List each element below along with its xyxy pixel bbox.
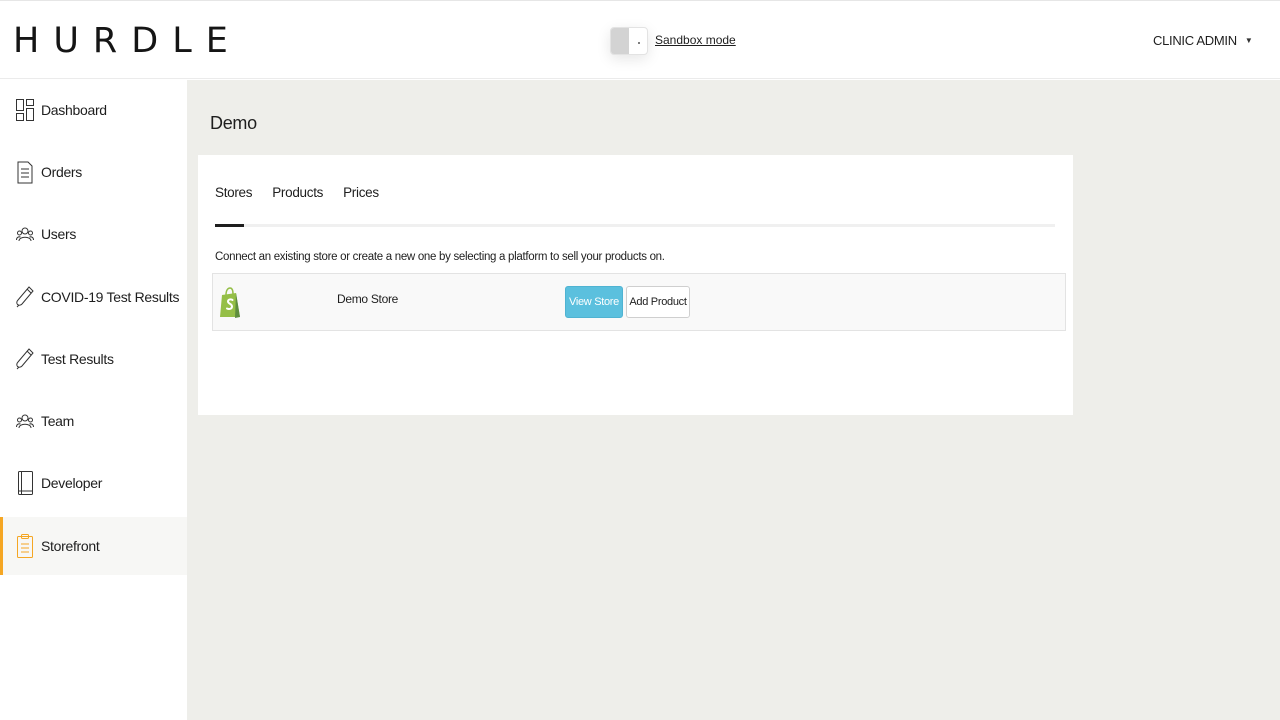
- sandbox-mode-control: Sandbox mode: [610, 27, 736, 55]
- sidebar-item-covid-test-results[interactable]: COVID-19 Test Results: [0, 268, 187, 326]
- sandbox-toggle[interactable]: [610, 27, 648, 55]
- sidebar-item-developer[interactable]: Developer: [0, 454, 187, 512]
- sandbox-mode-link[interactable]: Sandbox mode: [655, 33, 736, 47]
- sidebar-item-label: Developer: [41, 475, 103, 491]
- sidebar-item-label: Storefront: [41, 538, 100, 554]
- toggle-dot: [638, 42, 640, 44]
- tab-products[interactable]: Products: [272, 185, 323, 200]
- users-icon: [15, 222, 35, 246]
- sidebar-item-label: Team: [41, 413, 75, 429]
- top-header: HURDLE Sandbox mode CLINIC ADMIN ▼: [0, 0, 1280, 79]
- tab-stores[interactable]: Stores: [215, 185, 253, 200]
- orders-icon: [15, 160, 35, 184]
- sidebar-item-test-results[interactable]: Test Results: [0, 330, 187, 388]
- tab-track: [215, 224, 1055, 227]
- team-icon: [15, 409, 35, 433]
- sidebar-item-team[interactable]: Team: [0, 392, 187, 450]
- sidebar-item-label: Dashboard: [41, 102, 107, 118]
- caret-down-icon: ▼: [1244, 36, 1253, 45]
- sidebar-item-label: Users: [41, 226, 77, 242]
- helper-text: Connect an existing store or create a ne…: [215, 251, 665, 263]
- sidebar-item-dashboard[interactable]: Dashboard: [0, 81, 187, 139]
- tab-bar: Stores Products Prices: [215, 185, 399, 200]
- sidebar: Dashboard Orders Users COVID-19 Test Res…: [0, 80, 187, 720]
- tab-prices[interactable]: Prices: [343, 185, 379, 200]
- active-tab-indicator: [215, 224, 244, 227]
- store-name: Demo Store: [337, 292, 399, 306]
- developer-icon: [15, 471, 35, 495]
- hurdle-logo[interactable]: HURDLE: [13, 21, 242, 61]
- sidebar-item-users[interactable]: Users: [0, 205, 187, 263]
- sidebar-item-orders[interactable]: Orders: [0, 143, 187, 201]
- sidebar-item-label: Orders: [41, 164, 82, 180]
- store-row: Demo Store View Store Add Product: [212, 273, 1066, 331]
- storefront-card: Stores Products Prices Connect an existi…: [198, 155, 1073, 415]
- dashboard-icon: [15, 98, 35, 122]
- sidebar-item-label: COVID-19 Test Results: [41, 289, 180, 305]
- page-title: Demo: [210, 113, 257, 133]
- view-store-button[interactable]: View Store: [565, 286, 623, 318]
- shopify-icon: [219, 286, 241, 319]
- sidebar-item-storefront[interactable]: Storefront: [0, 517, 187, 575]
- main-content: Demo Stores Products Prices Connect an e…: [187, 80, 1280, 720]
- add-product-button[interactable]: Add Product: [626, 286, 690, 318]
- user-role-label: CLINIC ADMIN: [1153, 33, 1237, 48]
- toggle-knob: [611, 28, 629, 54]
- test-tube-icon: [15, 347, 35, 371]
- clipboard-icon: [15, 534, 35, 558]
- sidebar-item-label: Test Results: [41, 351, 114, 367]
- test-tube-icon: [15, 285, 35, 309]
- user-menu[interactable]: CLINIC ADMIN ▼: [1153, 33, 1253, 48]
